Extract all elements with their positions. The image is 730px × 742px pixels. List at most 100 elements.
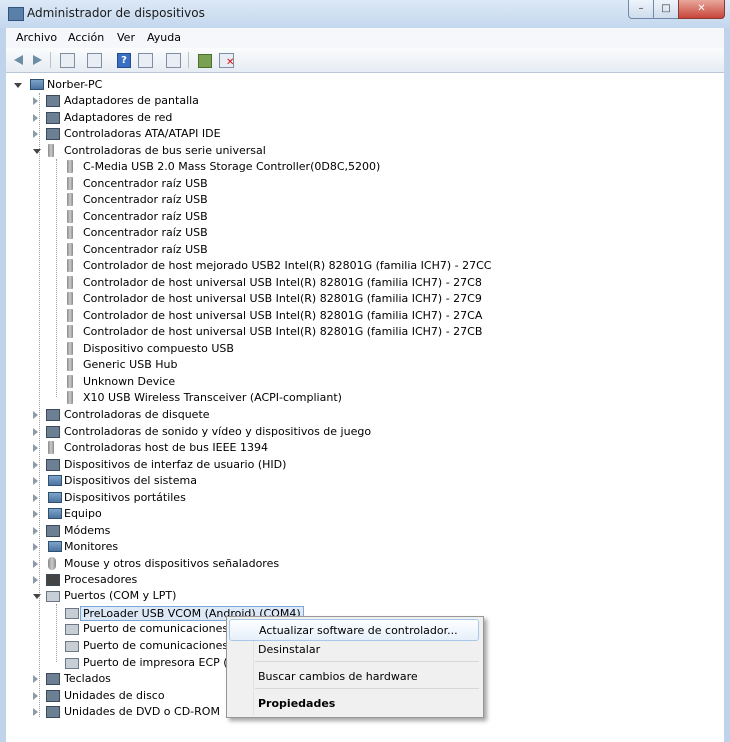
category-label: Controladoras de disquete	[64, 408, 210, 421]
portable-devices-icon	[48, 492, 62, 503]
network-adapter-icon	[46, 112, 60, 124]
category-label: Dispositivos portátiles	[64, 491, 186, 504]
minimize-button[interactable]: –	[628, 0, 654, 19]
device-label: Controlador de host universal USB Intel(…	[83, 325, 483, 338]
usb-icon	[67, 358, 73, 371]
forward-arrow-icon[interactable]	[28, 52, 44, 68]
device-label: Controlador de host universal USB Intel(…	[83, 292, 482, 305]
menu-archivo[interactable]: Archivo	[16, 31, 57, 44]
menu-separator	[255, 688, 479, 689]
device-label: Concentrador raíz USB	[83, 177, 208, 190]
device-label: Puerto de comunicaciones (C	[83, 639, 244, 652]
toolbar: ?	[6, 48, 724, 73]
expand-icon[interactable]	[33, 708, 38, 716]
usb-icon	[67, 193, 73, 206]
usb-icon	[48, 144, 54, 157]
menu-ver[interactable]: Ver	[117, 31, 135, 44]
device-label: X10 USB Wireless Transceiver (ACPI-compl…	[83, 391, 342, 404]
menu-accion[interactable]: Acción	[68, 31, 104, 44]
display-adapter-icon	[46, 95, 60, 107]
usb-icon	[67, 292, 73, 305]
expand-icon[interactable]	[33, 675, 38, 683]
maximize-button[interactable]: □	[653, 0, 679, 19]
usb-icon	[67, 325, 73, 338]
uninstall-device-icon[interactable]	[219, 53, 234, 68]
usb-icon	[67, 309, 73, 322]
close-button[interactable]: ✕	[678, 0, 725, 19]
category-label: Controladoras de bus serie universal	[64, 144, 266, 157]
menu-update-driver[interactable]: Actualizar software de controlador...	[229, 619, 479, 641]
expand-icon[interactable]	[33, 97, 38, 105]
menu-scan-hardware[interactable]: Buscar cambios de hardware	[229, 666, 479, 686]
menu-ayuda[interactable]: Ayuda	[147, 31, 181, 44]
device-label: Concentrador raíz USB	[83, 243, 208, 256]
device-label: Controlador de host universal USB Intel(…	[83, 309, 483, 322]
menu-uninstall[interactable]: Desinstalar	[229, 639, 479, 659]
category-label: Módems	[64, 524, 111, 537]
category-label: Unidades de disco	[64, 689, 165, 702]
expand-icon[interactable]	[33, 510, 38, 518]
scan-hardware-icon[interactable]	[166, 53, 181, 68]
usb-icon	[67, 210, 73, 223]
show-hide-tree-icon[interactable]	[60, 53, 75, 68]
ieee1394-icon	[48, 441, 54, 454]
device-label: Unknown Device	[83, 375, 176, 388]
toolbar-separator	[188, 52, 189, 68]
device-label: Puerto de comunicaciones (C	[83, 622, 244, 635]
expand-icon[interactable]	[33, 543, 38, 551]
sound-icon	[46, 426, 60, 438]
usb-icon	[67, 259, 73, 272]
expand-icon[interactable]	[33, 130, 38, 138]
menu-item-label: Actualizar software de controlador...	[259, 624, 458, 637]
device-label: Concentrador raíz USB	[83, 226, 208, 239]
expand-icon[interactable]	[33, 444, 38, 452]
port-icon	[65, 641, 79, 652]
expand-icon[interactable]	[33, 494, 38, 502]
back-arrow-icon[interactable]	[12, 52, 28, 68]
help-icon[interactable]: ?	[117, 53, 131, 68]
expand-icon[interactable]	[33, 114, 38, 122]
expand-icon[interactable]	[33, 461, 38, 469]
expand-icon[interactable]	[33, 560, 38, 568]
device-label: Generic USB Hub	[83, 358, 178, 371]
collapse-icon[interactable]	[14, 83, 22, 88]
usb-icon	[67, 160, 73, 173]
expand-icon[interactable]	[33, 692, 38, 700]
floppy-controller-icon	[46, 409, 60, 421]
menu-bar: Archivo Acción Ver Ayuda	[6, 28, 724, 49]
update-driver-icon[interactable]	[198, 54, 212, 68]
category-label: Monitores	[64, 540, 119, 553]
expand-icon[interactable]	[33, 477, 38, 485]
device-manager-window: Administrador de dispositivos – □ ✕ Arch…	[0, 0, 730, 742]
category-label: Controladoras ATA/ATAPI IDE	[64, 127, 221, 140]
collapse-icon[interactable]	[33, 594, 41, 599]
device-label: Controlador de host universal USB Intel(…	[83, 276, 482, 289]
expand-icon[interactable]	[33, 428, 38, 436]
expand-icon[interactable]	[33, 576, 38, 584]
tree-guide	[56, 159, 57, 397]
category-label: Adaptadores de red	[64, 111, 173, 124]
action-view-icon[interactable]	[138, 53, 153, 68]
device-label: Puerto de impresora ECP (LPT	[83, 656, 248, 669]
properties-icon[interactable]	[87, 53, 102, 68]
menu-item-label: Desinstalar	[258, 643, 321, 656]
usb-icon	[67, 342, 73, 355]
collapse-icon[interactable]	[33, 149, 41, 154]
tree-guide	[56, 604, 57, 662]
title-bar[interactable]: Administrador de dispositivos – □ ✕	[0, 0, 730, 28]
device-label: C-Media USB 2.0 Mass Storage Controller(…	[83, 160, 381, 173]
category-label: Dispositivos del sistema	[64, 474, 197, 487]
expand-icon[interactable]	[33, 411, 38, 419]
category-label: Mouse y otros dispositivos señaladores	[64, 557, 280, 570]
category-label: Unidades de DVD o CD-ROM	[64, 705, 220, 718]
expand-icon[interactable]	[33, 527, 38, 535]
ide-controller-icon	[46, 128, 60, 140]
toolbar-separator	[50, 52, 51, 68]
disk-drive-icon	[46, 690, 60, 702]
processor-icon	[46, 574, 60, 586]
category-label: Teclados	[64, 672, 111, 685]
menu-item-label: Buscar cambios de hardware	[258, 670, 418, 683]
usb-icon	[67, 276, 73, 289]
menu-properties[interactable]: Propiedades	[229, 693, 479, 713]
dvd-drive-icon	[46, 706, 60, 718]
